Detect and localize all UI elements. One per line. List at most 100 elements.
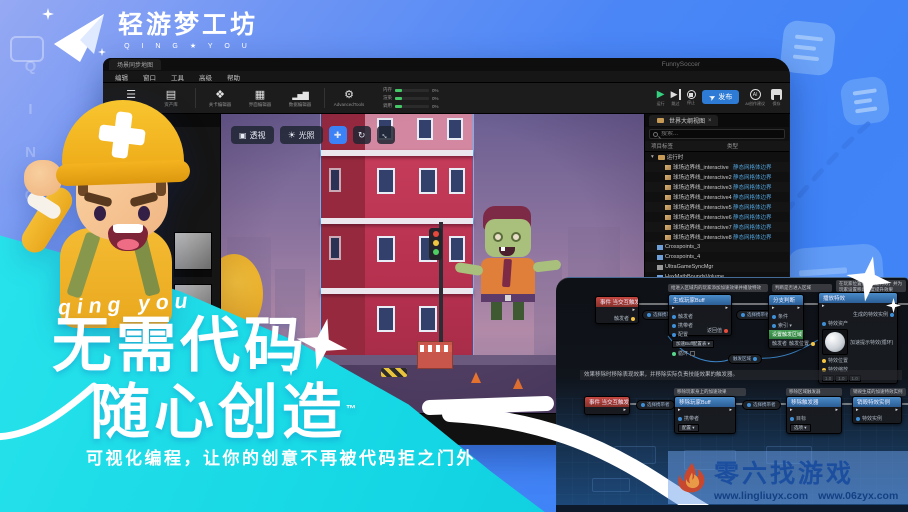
mascot-eye bbox=[138, 206, 150, 221]
function-node[interactable]: 移除触发器 ▸▸ 目标 选项 ▾ bbox=[786, 396, 842, 434]
save-icon bbox=[771, 89, 782, 100]
move-tool-button[interactable]: ✚ bbox=[329, 126, 347, 144]
memory-bar bbox=[395, 89, 429, 92]
wire-pill[interactable]: 选择携带者 bbox=[636, 400, 675, 410]
zombie-actor[interactable] bbox=[463, 206, 559, 334]
mascot-helmet-brim bbox=[56, 160, 191, 187]
close-icon[interactable]: × bbox=[708, 118, 712, 124]
menu-help[interactable]: 帮助 bbox=[227, 72, 240, 82]
viewport-toolbar: ▣ 透视 ☀ 光照 ✚ ↻ ↔ bbox=[231, 126, 395, 144]
outliner-row[interactable]: 球场边界线_interactive4静态网格体边界 bbox=[645, 192, 789, 202]
run-button[interactable]: ▶ 运行 bbox=[657, 89, 665, 107]
menu-window[interactable]: 窗口 bbox=[143, 72, 156, 82]
publish-button[interactable]: ➤ 发布 bbox=[702, 90, 740, 104]
skip-button[interactable]: ▶ 跳过 bbox=[671, 89, 681, 107]
search-input[interactable] bbox=[661, 131, 761, 137]
paper-plane-icon: ➤ bbox=[707, 91, 717, 102]
gear-icon: ⚙ bbox=[344, 89, 354, 102]
menu-tools[interactable]: 工具 bbox=[171, 72, 184, 82]
outliner-row[interactable]: 球场边界线_interactive2静态网格体边界 bbox=[645, 172, 789, 182]
level-editor-icon: ❖ bbox=[215, 89, 225, 102]
menu-advanced[interactable]: 高级 bbox=[199, 72, 212, 82]
brand-title: 轻游梦工坊 bbox=[118, 10, 258, 40]
toolbar-separator bbox=[324, 88, 325, 108]
sun-icon: ☀ bbox=[288, 130, 296, 141]
calls-bar bbox=[395, 105, 429, 108]
outliner-row[interactable]: ▾运行时 bbox=[645, 152, 789, 162]
graph-comment-text: 效果移除时移除表现效果，并移除实际负责技能效果的触发器。 bbox=[580, 370, 902, 380]
bar-chart-icon: ▂▅▇ bbox=[292, 89, 307, 102]
watermark-url-1: www.lingliuyx.com bbox=[714, 490, 808, 502]
outliner-row[interactable]: Crosspoints_4 bbox=[645, 252, 789, 262]
toolbar-data-editor-button[interactable]: ▂▅▇ 数据编辑器 bbox=[280, 89, 320, 108]
performance-stats: 内存0% 渲染0% 调用0% bbox=[383, 87, 439, 109]
node-comment: 移除玩家身上的加速效果 bbox=[674, 388, 746, 396]
bottom-strip bbox=[556, 505, 908, 512]
outliner-row[interactable]: 球场边界线_interactive7静态网格体边界 bbox=[645, 222, 789, 232]
outliner-row[interactable]: 球场边界线_interactive3静态网格体边界 bbox=[645, 182, 789, 192]
rotate-tool-button[interactable]: ↻ bbox=[353, 126, 371, 144]
lighting-button[interactable]: ☀ 光照 bbox=[280, 126, 323, 144]
hero-subtitle: 可视化编程，让你的创意不再被代码拒之门外 bbox=[86, 444, 476, 469]
watermark-site-name: 零六找游戏 bbox=[714, 454, 898, 490]
ghost-node bbox=[592, 478, 630, 492]
editor-menubar: 编辑 窗口 工具 高级 帮助 bbox=[103, 71, 790, 83]
window-outline-icon bbox=[10, 36, 44, 62]
outliner-row[interactable]: UltraGameSyncMgr bbox=[645, 262, 789, 272]
wire-pill[interactable]: 触发区域 bbox=[728, 354, 762, 364]
node-comment: 给进入区域内的玩家添加加速效果并播放特效 bbox=[668, 284, 768, 292]
outliner-header: 项目标签 类型 bbox=[645, 141, 789, 152]
node-comment: 移除区域触发器 bbox=[786, 388, 842, 396]
ai-suggest-button[interactable]: AI AI创作建议 bbox=[745, 89, 765, 107]
event-node[interactable]: 事件 当交互触发 ▸ bbox=[584, 396, 630, 415]
save-button[interactable]: 保存 bbox=[771, 89, 782, 107]
stop-icon bbox=[687, 90, 696, 99]
rotate-icon: ↻ bbox=[358, 130, 366, 141]
shop-prop[interactable] bbox=[417, 341, 453, 369]
outliner-row[interactable]: 球场边界线_interactive静态网格体边界 bbox=[645, 162, 789, 172]
skip-icon: ▶ bbox=[671, 89, 681, 100]
window-title: FunnySoccer bbox=[662, 61, 700, 68]
move-icon: ✚ bbox=[334, 130, 342, 141]
scale-icon: ↔ bbox=[379, 128, 392, 141]
paper-plane-logo-icon bbox=[50, 10, 108, 64]
menu-edit[interactable]: 编辑 bbox=[115, 72, 128, 82]
traffic-cone[interactable] bbox=[471, 372, 481, 383]
traffic-cone[interactable] bbox=[513, 378, 523, 389]
outliner-row[interactable]: 球场边界线_interactive5静态网格体边界 bbox=[645, 202, 789, 212]
perspective-button[interactable]: ▣ 透视 bbox=[231, 126, 274, 144]
promo-banner: QINGYOU 场景同步地图 FunnySoccer 编辑 窗口 工具 高级 帮… bbox=[0, 0, 908, 512]
render-bar bbox=[395, 97, 429, 100]
outliner-row[interactable]: 球场边界线_interactive8静态网格体边界 bbox=[645, 232, 789, 242]
folder-icon bbox=[657, 118, 664, 123]
perspective-icon: ▣ bbox=[239, 131, 247, 140]
ghost-node bbox=[614, 446, 656, 464]
node-comment: 判断是否进入区域 bbox=[772, 284, 832, 292]
stop-button[interactable]: 停止 bbox=[687, 89, 696, 106]
branch-node[interactable]: 分支判断 ▸▸ 条件 索引 ▾ 设置触发区域 触发者触发位置 bbox=[768, 294, 804, 349]
play-icon: ▶ bbox=[657, 89, 665, 100]
asset-preview[interactable] bbox=[822, 329, 848, 355]
world-outliner-tab[interactable]: 世界大纲视图 × bbox=[649, 115, 718, 126]
ai-icon: AI bbox=[750, 89, 761, 100]
toolbar-ui-editor-button[interactable]: ▦ 界面编辑器 bbox=[240, 89, 280, 108]
traffic-light-actor[interactable] bbox=[427, 222, 457, 342]
node-comment: 销毁生成的加速特效实例 bbox=[850, 388, 906, 396]
barrier-prop[interactable] bbox=[381, 368, 407, 377]
function-node[interactable]: 生成玩家Buff ▸▸ 触发者 携带者 配置 加速Buff配置表 ▾ 循环 返回… bbox=[668, 294, 732, 336]
watermark-banner: 零六找游戏 www.lingliuyx.com www.06zyx.com bbox=[668, 451, 908, 504]
hero-line2: 随心创造™ bbox=[90, 383, 356, 443]
function-node[interactable]: 移除玩家Buff ▸▸ 携带者 配置 ▾ bbox=[674, 396, 736, 434]
wire-pill[interactable]: 选择携带者 bbox=[742, 400, 781, 410]
outliner-row[interactable]: 球场边界线_interactive6静态网格体边界 bbox=[645, 212, 789, 222]
event-node[interactable]: 事件 当交互触发 ▸ 触发者 bbox=[595, 296, 639, 324]
scale-tool-button[interactable]: ↔ bbox=[377, 126, 395, 144]
brand-subtitle: Q I N G ★ Y O U bbox=[118, 42, 258, 50]
search-icon bbox=[653, 132, 658, 137]
flame-logo-icon bbox=[674, 458, 710, 498]
outliner-search[interactable] bbox=[649, 129, 785, 139]
function-node[interactable]: 销毁特效实例 ▸▸ 特效实例 bbox=[852, 396, 902, 424]
outliner-row[interactable]: Crosspoints_3 bbox=[645, 242, 789, 252]
toolbar-advanced-tools-button[interactable]: ⚙ AdvancedTools bbox=[329, 89, 369, 107]
ui-editor-icon: ▦ bbox=[255, 89, 265, 102]
